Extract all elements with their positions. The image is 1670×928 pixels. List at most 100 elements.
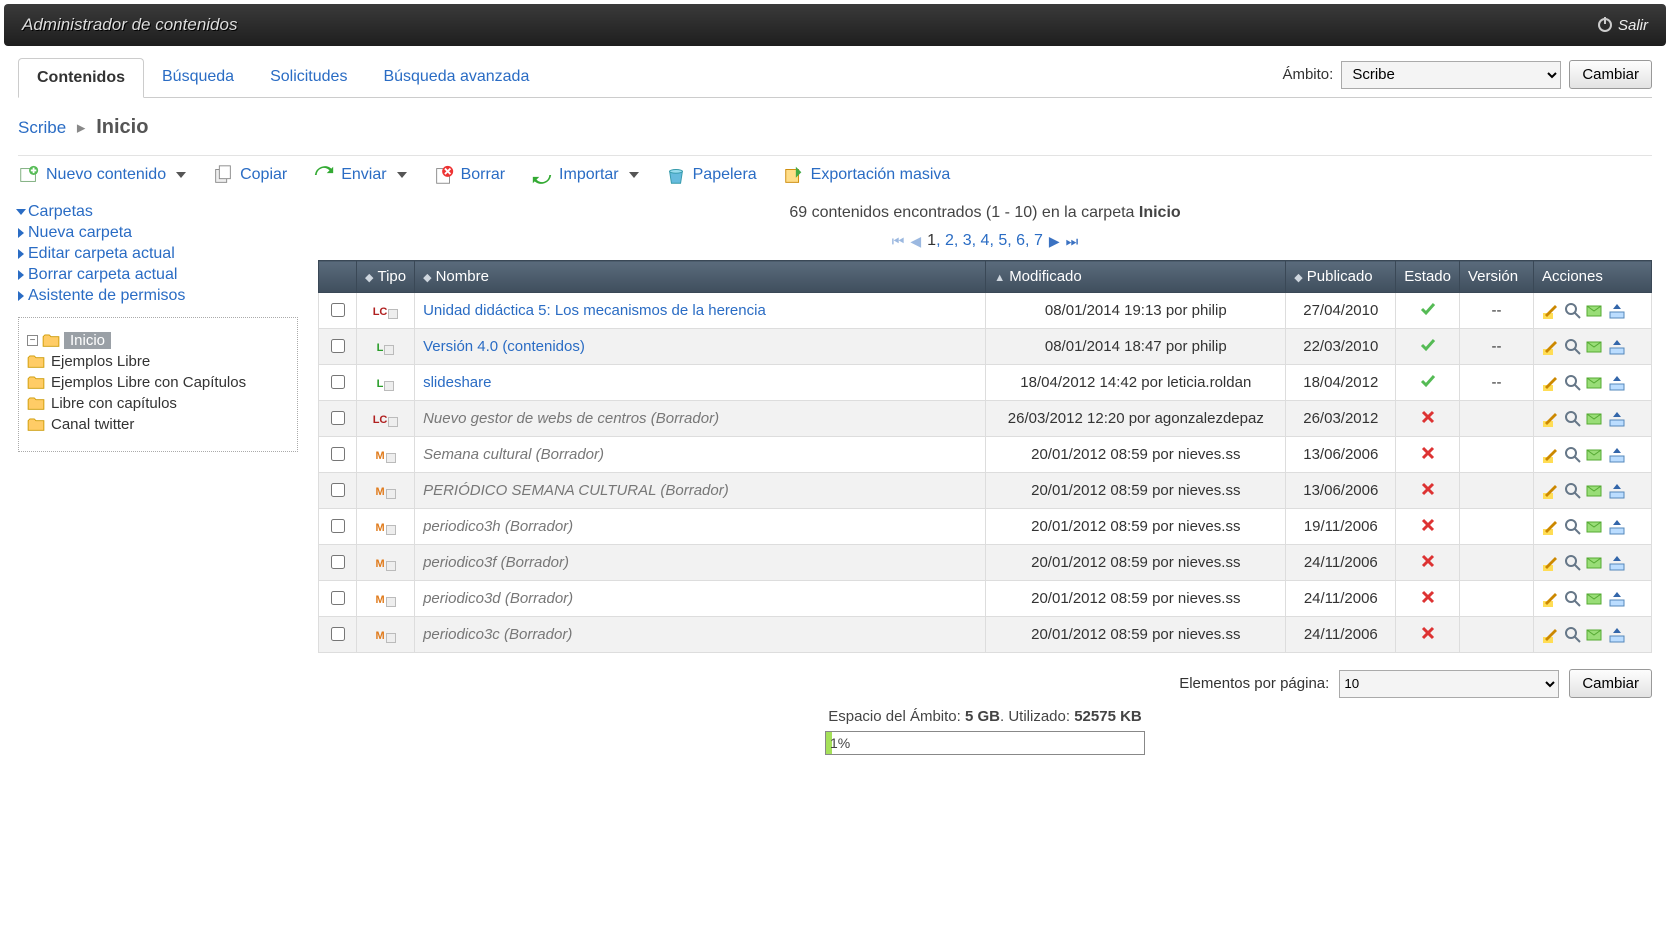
send-icon[interactable] <box>1586 374 1604 392</box>
page-2[interactable]: 2 <box>945 232 954 249</box>
folders-link[interactable]: Carpetas <box>18 203 298 221</box>
row-checkbox[interactable] <box>331 627 345 641</box>
edit-icon[interactable] <box>1542 302 1560 320</box>
logout-button[interactable]: Salir <box>1598 17 1648 34</box>
new-content-button[interactable]: Nuevo contenido <box>18 164 186 186</box>
tree-item[interactable]: Canal twitter <box>27 416 289 433</box>
new-folder-link[interactable]: Nueva carpeta <box>18 224 298 242</box>
content-link[interactable]: slideshare <box>423 374 491 391</box>
page-5[interactable]: 5 <box>998 232 1007 249</box>
preview-icon[interactable] <box>1564 554 1582 572</box>
row-checkbox[interactable] <box>331 519 345 533</box>
collapse-icon[interactable]: − <box>27 335 38 346</box>
preview-icon[interactable] <box>1564 446 1582 464</box>
row-checkbox[interactable] <box>331 339 345 353</box>
row-checkbox[interactable] <box>331 447 345 461</box>
copy-button[interactable]: Copiar <box>212 164 287 186</box>
send-icon[interactable] <box>1586 302 1604 320</box>
edit-folder-link[interactable]: Editar carpeta actual <box>18 245 298 263</box>
upload-icon[interactable] <box>1608 302 1626 320</box>
page-6[interactable]: 6 <box>1016 232 1025 249</box>
permissions-link[interactable]: Asistente de permisos <box>18 287 298 305</box>
send-icon[interactable] <box>1586 410 1604 428</box>
row-checkbox[interactable] <box>331 303 345 317</box>
tab-contenidos[interactable]: Contenidos <box>18 58 144 98</box>
delete-folder-link[interactable]: Borrar carpeta actual <box>18 266 298 284</box>
preview-icon[interactable] <box>1564 338 1582 356</box>
send-icon[interactable] <box>1586 338 1604 356</box>
cell-version <box>1460 545 1534 581</box>
page-last-icon[interactable]: ⏭ <box>1066 233 1079 250</box>
edit-icon[interactable] <box>1542 482 1560 500</box>
edit-icon[interactable] <box>1542 338 1560 356</box>
page-next-icon[interactable]: ▶ <box>1049 233 1060 250</box>
upload-icon[interactable] <box>1608 554 1626 572</box>
content-link[interactable]: Versión 4.0 (contenidos) <box>423 338 585 355</box>
preview-icon[interactable] <box>1564 518 1582 536</box>
tab-busqueda-avanzada[interactable]: Búsqueda avanzada <box>365 58 547 97</box>
tree-item[interactable]: Ejemplos Libre <box>27 353 289 370</box>
page-1[interactable]: 1 <box>927 232 936 249</box>
send-icon[interactable] <box>1586 590 1604 608</box>
scope-select[interactable]: Scribe <box>1341 61 1561 89</box>
col-publicado[interactable]: ◆Publicado <box>1286 261 1396 293</box>
preview-icon[interactable] <box>1564 410 1582 428</box>
col-tipo[interactable]: ◆Tipo <box>357 261 415 293</box>
row-checkbox[interactable] <box>331 555 345 569</box>
mass-export-button[interactable]: Exportación masiva <box>783 164 951 186</box>
send-icon[interactable] <box>1586 446 1604 464</box>
tab-solicitudes[interactable]: Solicitudes <box>252 58 365 97</box>
per-page-change-button[interactable]: Cambiar <box>1569 669 1652 698</box>
col-nombre[interactable]: ◆Nombre <box>415 261 986 293</box>
upload-icon[interactable] <box>1608 518 1626 536</box>
row-checkbox[interactable] <box>331 375 345 389</box>
tree-item[interactable]: Ejemplos Libre con Capítulos <box>27 374 289 391</box>
edit-icon[interactable] <box>1542 590 1560 608</box>
row-checkbox[interactable] <box>331 483 345 497</box>
edit-icon[interactable] <box>1542 554 1560 572</box>
preview-icon[interactable] <box>1564 374 1582 392</box>
preview-icon[interactable] <box>1564 482 1582 500</box>
upload-icon[interactable] <box>1608 626 1626 644</box>
page-3[interactable]: 3 <box>963 232 972 249</box>
col-checkbox[interactable] <box>319 261 357 293</box>
breadcrumb-root[interactable]: Scribe <box>18 118 66 137</box>
delete-button[interactable]: Borrar <box>433 164 505 186</box>
send-icon[interactable] <box>1586 626 1604 644</box>
row-checkbox[interactable] <box>331 591 345 605</box>
tree-root[interactable]: − Inicio <box>27 332 289 349</box>
send-icon[interactable] <box>1586 518 1604 536</box>
col-modificado[interactable]: ▲Modificado <box>986 261 1286 293</box>
tab-busqueda[interactable]: Búsqueda <box>144 58 252 97</box>
preview-icon[interactable] <box>1564 626 1582 644</box>
page-prev-icon[interactable]: ◀ <box>910 233 921 250</box>
per-page-select[interactable]: 10 <box>1339 670 1559 698</box>
upload-icon[interactable] <box>1608 446 1626 464</box>
send-button[interactable]: Enviar <box>313 164 406 186</box>
upload-icon[interactable] <box>1608 590 1626 608</box>
preview-icon[interactable] <box>1564 302 1582 320</box>
send-icon[interactable] <box>1586 482 1604 500</box>
upload-icon[interactable] <box>1608 410 1626 428</box>
edit-icon[interactable] <box>1542 518 1560 536</box>
edit-icon[interactable] <box>1542 410 1560 428</box>
upload-icon[interactable] <box>1608 338 1626 356</box>
scope-change-button[interactable]: Cambiar <box>1569 60 1652 89</box>
row-checkbox[interactable] <box>331 411 345 425</box>
edit-icon[interactable] <box>1542 374 1560 392</box>
row-actions <box>1542 338 1643 356</box>
page-first-icon[interactable]: ⏮ <box>892 233 905 250</box>
content-link[interactable]: Unidad didáctica 5: Los mecanismos de la… <box>423 302 766 319</box>
upload-icon[interactable] <box>1608 374 1626 392</box>
preview-icon[interactable] <box>1564 590 1582 608</box>
edit-icon[interactable] <box>1542 626 1560 644</box>
edit-icon[interactable] <box>1542 446 1560 464</box>
tree-item[interactable]: Libre con capítulos <box>27 395 289 412</box>
type-icon: M <box>375 522 384 534</box>
row-actions <box>1542 410 1643 428</box>
page-7[interactable]: 7 <box>1034 232 1043 249</box>
import-button[interactable]: Importar <box>531 164 639 186</box>
send-icon[interactable] <box>1586 554 1604 572</box>
trash-button[interactable]: Papelera <box>665 164 757 186</box>
upload-icon[interactable] <box>1608 482 1626 500</box>
